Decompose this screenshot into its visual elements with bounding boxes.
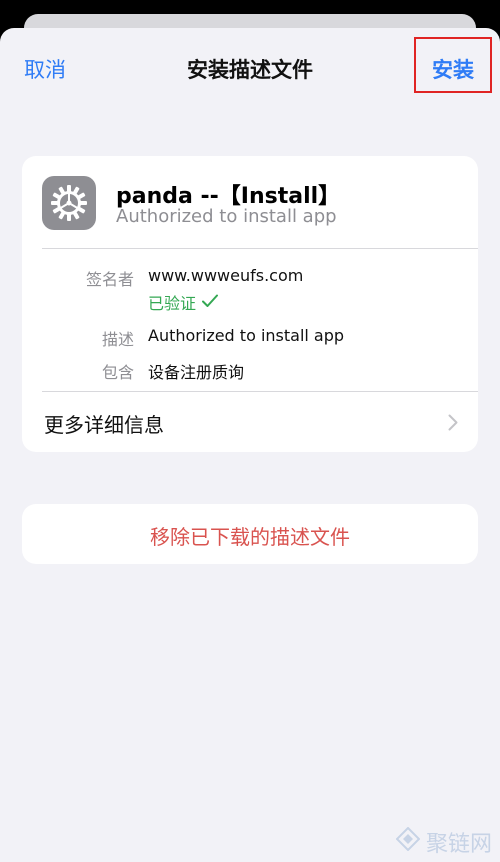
install-button[interactable]: 安装 [416,54,490,84]
install-button-highlight[interactable]: 安装 [414,37,492,93]
verified-status: 已验证 [148,290,219,314]
contains-label: 包含 [101,363,134,382]
divider [42,248,478,249]
remove-profile-label: 移除已下载的描述文件 [150,525,350,549]
description-value: Authorized to install app [148,326,345,345]
contains-value: 设备注册质询 [148,363,245,382]
install-profile-sheet: 取消 安装描述文件 安装 panda --【Install】 Authorize… [0,28,500,862]
remove-profile-button[interactable]: 移除已下载的描述文件 [22,504,478,564]
gear-icon [42,176,96,230]
more-details-row[interactable]: 更多详细信息 [22,392,478,452]
profile-card: panda --【Install】 Authorized to install … [22,156,478,452]
chevron-right-icon [448,414,458,435]
watermark: 聚链网 [395,826,492,858]
verified-text: 已验证 [148,294,197,313]
checkmark-icon [202,293,219,312]
navigation-bar: 取消 安装描述文件 安装 [0,28,500,108]
description-label: 描述 [101,330,134,349]
signer-value: www.wwweufs.com [148,266,304,285]
signer-label: 签名者 [85,270,134,289]
watermark-text: 聚链网 [425,832,492,857]
profile-subtitle: Authorized to install app [116,206,337,227]
more-details-label: 更多详细信息 [44,413,164,437]
diamond-logo-icon [395,826,421,857]
